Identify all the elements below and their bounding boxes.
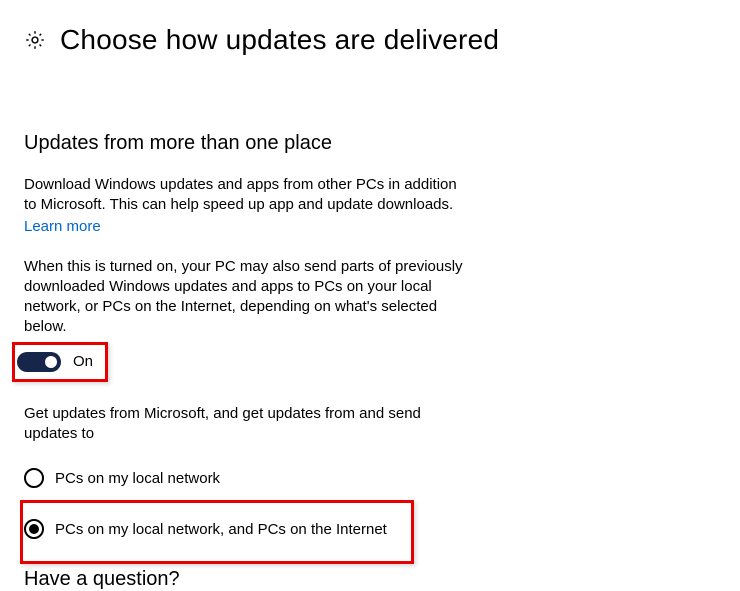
description-1: Download Windows updates and apps from o… [24, 175, 464, 216]
toggle-knob [45, 356, 57, 368]
description-3: Get updates from Microsoft, and get upda… [24, 404, 464, 445]
page-title: Choose how updates are delivered [60, 24, 499, 56]
delivery-toggle[interactable] [17, 352, 61, 372]
have-a-question-heading: Have a question? [24, 568, 180, 591]
radio-local-network[interactable]: PCs on my local network [24, 466, 716, 490]
section-title: Updates from more than one place [24, 132, 716, 155]
radio-icon [24, 519, 44, 539]
toggle-highlight-box: On [12, 342, 108, 382]
radio-icon [24, 468, 44, 488]
radio-label-local: PCs on my local network [55, 470, 220, 487]
radio-highlight-box: PCs on my local network, and PCs on the … [20, 500, 414, 564]
radio-selected-dot [29, 524, 39, 534]
description-2: When this is turned on, your PC may also… [24, 257, 464, 338]
learn-more-link[interactable]: Learn more [24, 218, 101, 235]
gear-icon [24, 29, 46, 51]
radio-label-internet: PCs on my local network, and PCs on the … [55, 521, 387, 538]
toggle-state-label: On [73, 353, 93, 370]
settings-page: Choose how updates are delivered Updates… [0, 0, 740, 564]
page-header: Choose how updates are delivered [24, 24, 716, 56]
radio-local-and-internet[interactable]: PCs on my local network, and PCs on the … [24, 517, 401, 541]
